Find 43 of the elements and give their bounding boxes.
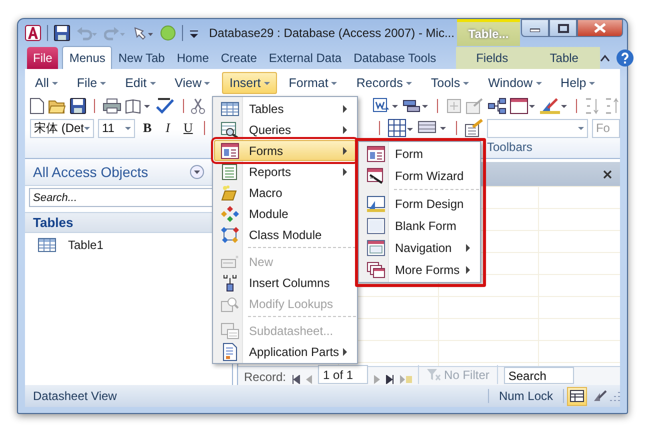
group-label: Toolbars: [487, 140, 532, 154]
menu-bar-item[interactable]: All: [28, 72, 65, 94]
ribbon-tab[interactable]: Home: [170, 47, 215, 69]
menu-item[interactable]: Insert Columns: [214, 272, 356, 293]
font-size-field[interactable]: 11: [98, 118, 136, 138]
menu-item[interactable]: Reports: [214, 161, 356, 182]
italic-button[interactable]: I: [160, 120, 176, 136]
status-indicator: Num Lock: [488, 389, 564, 403]
menu-bar-item[interactable]: Insert: [222, 72, 277, 94]
nav-item[interactable]: Table1: [68, 238, 104, 252]
ribbon-tab[interactable]: Create: [214, 47, 263, 69]
menu-bar-item[interactable]: Tools: [424, 72, 476, 94]
menu-bar-item[interactable]: File: [70, 72, 114, 94]
menu-item[interactable]: More Forms: [360, 259, 479, 281]
pane-title: All Access Objects: [33, 164, 148, 180]
menu-item[interactable]: Forms: [214, 140, 356, 161]
menu-item[interactable]: Blank Form: [360, 215, 479, 237]
font-name-field[interactable]: 宋体 (Det: [30, 118, 94, 138]
menu-item[interactable]: Application Parts: [214, 341, 356, 362]
bold-button[interactable]: B: [139, 120, 156, 136]
search-field[interactable]: Search: [504, 367, 574, 384]
ribbon-tab[interactable]: Database Tools: [348, 47, 442, 69]
menu-item[interactable]: Tables: [214, 98, 356, 119]
ribbon-tab[interactable]: Menus: [62, 46, 112, 69]
status-text: Datasheet View: [33, 389, 117, 403]
menu-bar-item[interactable]: Help: [554, 72, 602, 94]
menu-item[interactable]: Form Design: [360, 193, 479, 215]
underline-button[interactable]: U: [180, 120, 196, 136]
menu-item[interactable]: Navigation: [360, 237, 479, 259]
menu-bar-item[interactable]: Records: [349, 72, 419, 94]
ribbon-tab[interactable]: External Data: [262, 47, 348, 69]
record-label: Record:: [244, 370, 286, 384]
record-position-field[interactable]: 1 of 1: [318, 365, 368, 384]
menu-bar-item[interactable]: Window: [481, 72, 549, 94]
ribbon-tab[interactable]: New Tab: [112, 47, 171, 69]
menu-bar-item[interactable]: Format: [282, 72, 344, 94]
menu-item[interactable]: Form Wizard: [360, 165, 479, 187]
ribbon-tab[interactable]: File: [27, 47, 58, 69]
menu-item[interactable]: Form: [360, 143, 479, 165]
contextual-tab-title: Table...: [457, 19, 520, 46]
menu-bar-item[interactable]: Edit: [118, 72, 163, 94]
window-title: Database29 : Database (Access 2007) - Mic...: [209, 26, 456, 40]
menu-bar-item[interactable]: View: [168, 72, 218, 94]
